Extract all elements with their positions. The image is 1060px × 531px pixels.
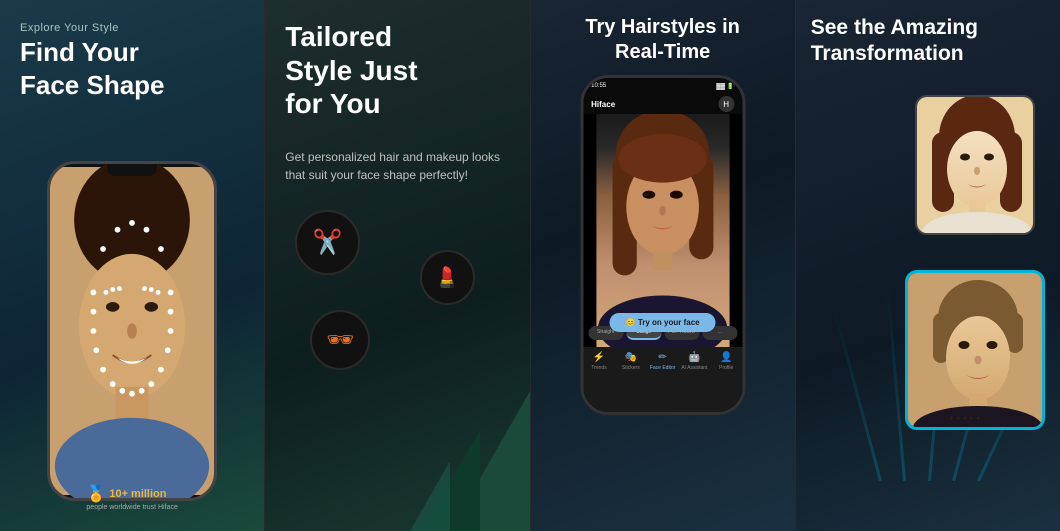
- app-header: Hiface H: [583, 94, 742, 114]
- panel1-title: Find Your Face Shape: [20, 36, 165, 101]
- face-svg: [50, 164, 214, 498]
- before-portrait-svg: [917, 97, 1035, 235]
- phone-bottom-nav: ⚡ Trends 🎭 Stickers ✏ Face Editor 🤖 AI A…: [583, 347, 742, 412]
- panel-try-hairstyles: Try Hairstyles in Real-Time 10:55 ▓▓ 🔋 H…: [530, 0, 795, 531]
- panel-tailored-style: Tailored Style Just for You Get personal…: [264, 0, 529, 531]
- phone-mockup-1: [47, 161, 217, 501]
- title-line3: for You: [285, 88, 380, 119]
- panel3-title-line1: Try Hairstyles in: [585, 16, 740, 38]
- svg-text:✦✦✦✦✦: ✦✦✦✦✦: [948, 414, 982, 423]
- scissors-icon: ✂️: [313, 228, 343, 257]
- face-editor-label: Face Editor: [650, 365, 676, 371]
- teal-triangle-3: [410, 461, 450, 531]
- trends-icon: ⚡: [593, 352, 605, 363]
- title-line2: Face Shape: [20, 70, 165, 100]
- tab-face-editor[interactable]: ✏ Face Editor: [647, 352, 679, 371]
- tab-profile[interactable]: 👤 Profile: [710, 352, 742, 371]
- profile-icon: 👤: [720, 352, 732, 363]
- stickers-icon: 🎭: [625, 352, 637, 363]
- tab-ai[interactable]: 🤖 AI Assistant: [679, 352, 711, 371]
- panel4-title: See the Amazing Transformation: [811, 15, 1045, 68]
- badge-count: 10+ million: [109, 488, 166, 500]
- panel-find-face-shape: Explore Your Style Find Your Face Shape: [0, 0, 264, 531]
- title-line1: Find Your: [20, 37, 139, 67]
- phone-mockup-3: 10:55 ▓▓ 🔋 Hiface H: [580, 75, 745, 415]
- tab-stickers[interactable]: 🎭 Stickers: [615, 352, 647, 371]
- explore-label: Explore Your Style: [20, 22, 119, 34]
- portrait-before: [915, 95, 1035, 235]
- scissors-icon-circle: ✂️: [295, 210, 360, 275]
- ai-icon: 🤖: [688, 352, 700, 363]
- ai-label: AI Assistant: [681, 365, 707, 371]
- makeup-icon: 💄: [435, 265, 460, 290]
- trends-label: Trends: [591, 365, 606, 371]
- sunglasses-icon-circle: 🕶: [310, 310, 370, 370]
- panel-transformation: See the Amazing Transformation: [795, 0, 1060, 531]
- panel4-title-line1: See the Amazing: [811, 16, 978, 39]
- face-editor-icon: ✏: [658, 352, 666, 363]
- stickers-label: Stickers: [622, 365, 640, 371]
- panel2-description: Get personalized hair and makeup looks t…: [285, 148, 509, 184]
- app-name: Hiface: [591, 100, 615, 109]
- makeup-icon-circle: 💄: [420, 250, 475, 305]
- battery-icon: ▓▓ 🔋: [716, 83, 734, 90]
- phone-notch: [107, 164, 157, 176]
- tab-trends[interactable]: ⚡ Trends: [583, 352, 615, 371]
- panel3-title-line2: Real-Time: [615, 41, 710, 63]
- title-line1: Tailored: [285, 21, 392, 52]
- phone-status-bar: 10:55 ▓▓ 🔋: [583, 78, 742, 94]
- panel4-title-line2: Transformation: [811, 42, 964, 65]
- badge-sub: people worldwide trust Hiface: [86, 504, 177, 511]
- phone-frame-1: [47, 161, 217, 501]
- time-display: 10:55: [591, 83, 606, 89]
- portrait-after: ✦✦✦✦✦: [905, 270, 1045, 430]
- profile-label: Profile: [719, 365, 733, 371]
- panel2-title: Tailored Style Just for You: [285, 20, 417, 121]
- sunglasses-icon: 🕶: [326, 327, 354, 353]
- try-on-face-button[interactable]: 😊 Try on your face: [610, 313, 716, 332]
- title-line2: Style Just: [285, 55, 417, 86]
- after-portrait-svg: ✦✦✦✦✦: [908, 273, 1045, 430]
- million-badge: 🏅 10+ million people worldwide trust Hif…: [86, 484, 177, 511]
- app-icon: H: [718, 96, 734, 112]
- panel3-title: Try Hairstyles in Real-Time: [553, 15, 773, 65]
